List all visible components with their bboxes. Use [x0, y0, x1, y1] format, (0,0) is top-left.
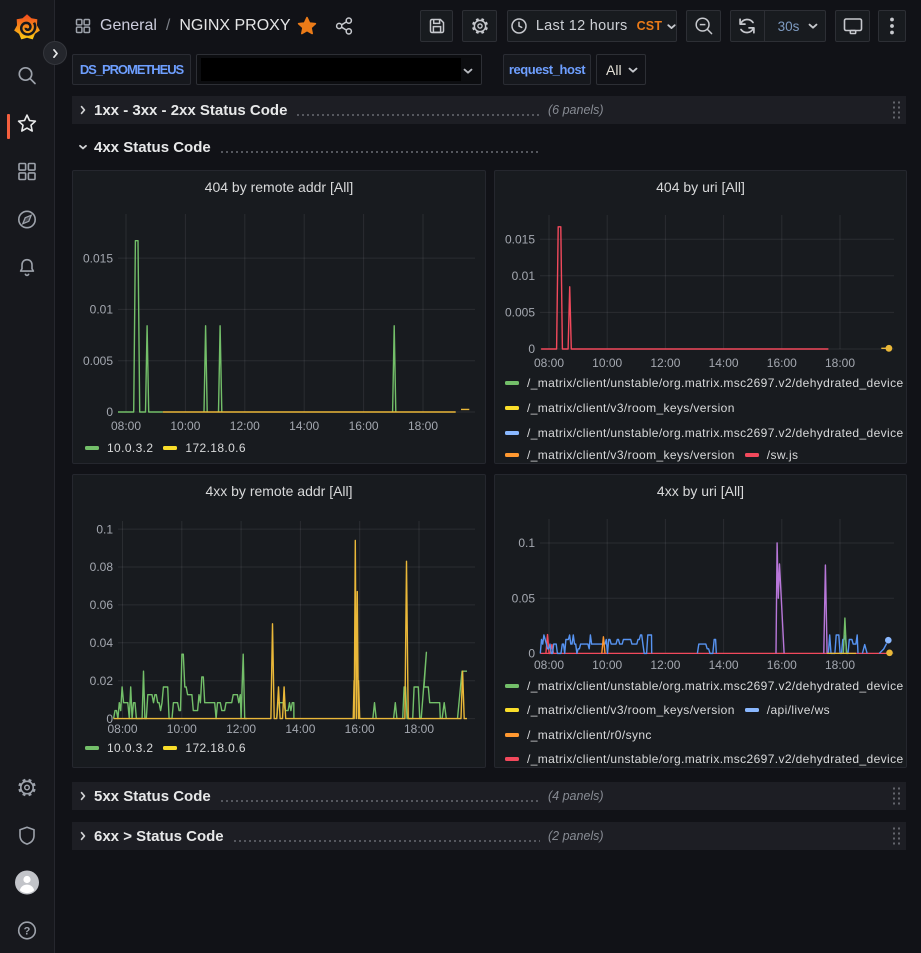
svg-text:10:00: 10:00: [592, 356, 622, 370]
svg-text:14:00: 14:00: [289, 419, 319, 433]
svg-text:0.1: 0.1: [96, 522, 113, 536]
svg-text:0.005: 0.005: [83, 354, 113, 368]
svg-text:0: 0: [528, 342, 535, 356]
svg-text:08:00: 08:00: [111, 419, 141, 433]
svg-text:12:00: 12:00: [230, 419, 260, 433]
svg-text:18:00: 18:00: [408, 419, 438, 433]
svg-text:12:00: 12:00: [650, 658, 680, 672]
svg-text:14:00: 14:00: [709, 658, 739, 672]
svg-text:0.005: 0.005: [505, 306, 535, 320]
svg-text:0.01: 0.01: [90, 303, 114, 317]
svg-text:08:00: 08:00: [534, 356, 564, 370]
svg-text:10:00: 10:00: [167, 722, 197, 736]
svg-text:18:00: 18:00: [825, 658, 855, 672]
svg-text:12:00: 12:00: [650, 356, 680, 370]
svg-text:0.1: 0.1: [518, 536, 535, 550]
svg-text:0: 0: [106, 405, 113, 419]
svg-text:12:00: 12:00: [226, 722, 256, 736]
svg-text:08:00: 08:00: [534, 658, 564, 672]
svg-text:14:00: 14:00: [709, 356, 739, 370]
svg-text:0.02: 0.02: [90, 674, 114, 688]
svg-text:0.01: 0.01: [512, 269, 536, 283]
svg-text:0.04: 0.04: [90, 636, 114, 650]
svg-text:08:00: 08:00: [107, 722, 137, 736]
svg-text:0.08: 0.08: [90, 560, 114, 574]
svg-text:0.015: 0.015: [505, 232, 535, 246]
svg-text:16:00: 16:00: [349, 419, 379, 433]
svg-text:16:00: 16:00: [767, 658, 797, 672]
svg-text:?: ?: [24, 926, 31, 938]
svg-text:18:00: 18:00: [404, 722, 434, 736]
svg-text:14:00: 14:00: [285, 722, 315, 736]
svg-text:18:00: 18:00: [825, 356, 855, 370]
svg-text:16:00: 16:00: [767, 356, 797, 370]
svg-text:10:00: 10:00: [592, 658, 622, 672]
svg-text:0.015: 0.015: [83, 251, 113, 265]
svg-text:10:00: 10:00: [170, 419, 200, 433]
svg-text:16:00: 16:00: [345, 722, 375, 736]
svg-text:0.05: 0.05: [512, 591, 536, 605]
svg-text:0.06: 0.06: [90, 598, 114, 612]
